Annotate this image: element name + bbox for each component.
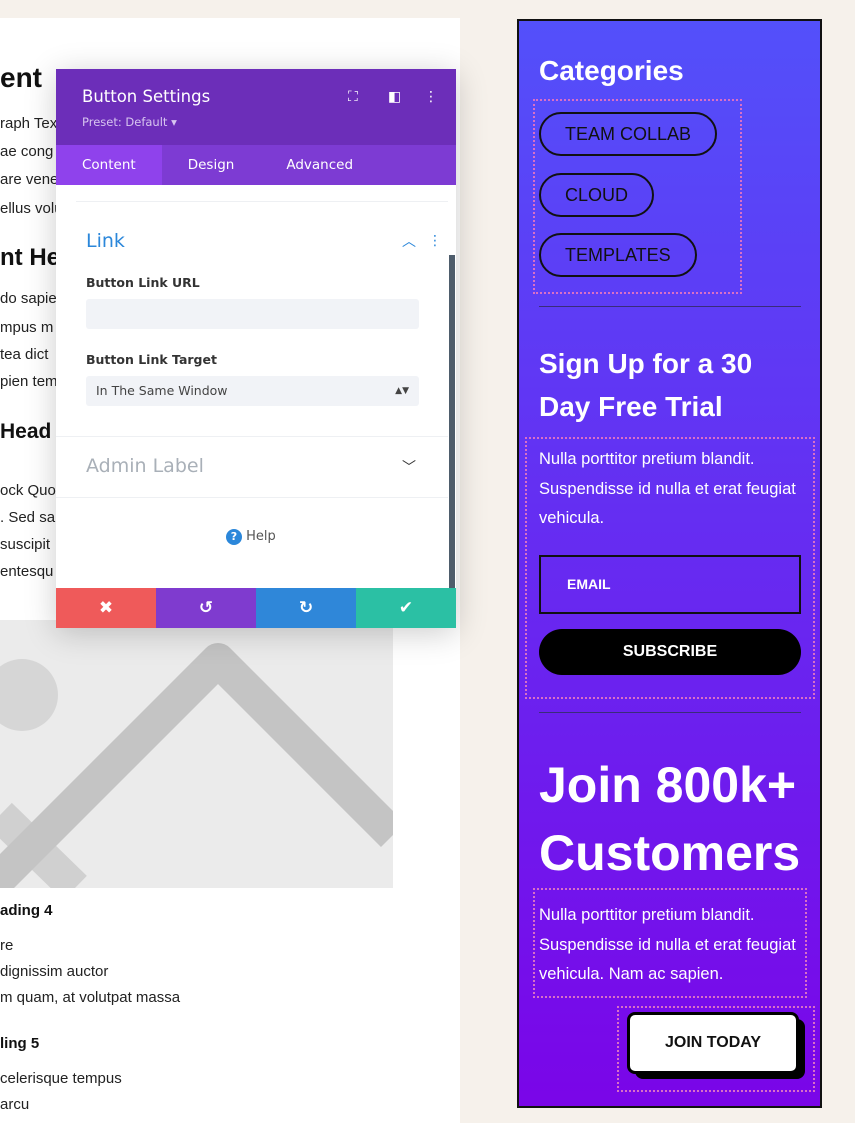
image-placeholder	[0, 620, 393, 888]
signup-title: Sign Up for a 30 Day Free Trial	[539, 348, 753, 422]
button-link-url-input[interactable]	[86, 299, 419, 329]
chevron-down-icon[interactable]: ﹀	[402, 457, 416, 477]
undo-icon: ↺	[198, 598, 214, 618]
tab-content[interactable]: Content	[56, 145, 162, 185]
text-fragment: raph Tex	[0, 115, 58, 132]
undo-button[interactable]: ↺	[156, 588, 256, 628]
join-text: Nulla porttitor pretium blandit. Suspend…	[539, 906, 796, 983]
subscribe-button[interactable]: SUBSCRIBE	[539, 629, 801, 675]
text-fragment: are vene	[0, 171, 59, 188]
text-line: m quam, at volutpat massa	[0, 989, 181, 1006]
text-fragment: ock Quot	[0, 482, 61, 499]
text-fragment: ae cong	[0, 143, 54, 160]
preset-dropdown[interactable]: Preset: Default ▾	[82, 115, 177, 129]
text-line: re	[0, 937, 14, 954]
discard-button[interactable]: ✖	[56, 588, 156, 628]
text-line: celerisque tempus	[0, 1070, 122, 1087]
redo-button[interactable]: ↻	[256, 588, 356, 628]
close-icon: ✖	[98, 598, 114, 618]
section-more-icon[interactable]: ⋮	[428, 233, 442, 249]
tab-design[interactable]: Design	[162, 145, 261, 185]
category-team-collab[interactable]: TEAM COLLAB	[539, 112, 718, 156]
categories-title: Categories	[539, 55, 684, 86]
chevron-up-icon[interactable]: ︿	[402, 231, 416, 251]
link-section-title[interactable]: Link	[86, 230, 125, 252]
heading-fragment: ent	[0, 62, 42, 93]
save-button[interactable]: ✔	[356, 588, 456, 628]
heading-5: ling 5	[0, 1035, 40, 1052]
category-templates[interactable]: TEMPLATES	[539, 233, 697, 277]
email-input[interactable]: EMAIL	[539, 555, 801, 614]
admin-label-section[interactable]: Admin Label	[86, 455, 204, 477]
heading-4: ading 4	[0, 902, 53, 919]
help-link[interactable]: ? Help	[226, 529, 276, 545]
modal-title: Button Settings	[82, 87, 211, 106]
more-icon[interactable]: ⋮	[424, 89, 438, 105]
button-settings-modal: Button Settings Preset: Default ▾ ⛶ ◧ ⋮ …	[56, 69, 456, 628]
modal-tabs: Content Design Advanced	[56, 145, 456, 185]
modal-header: Button Settings Preset: Default ▾ ⛶ ◧ ⋮	[56, 69, 456, 145]
url-label: Button Link URL	[86, 275, 200, 290]
text-fragment: mpus m	[0, 319, 54, 336]
sidebar-icon[interactable]: ◧	[388, 89, 401, 105]
join-today-button[interactable]: JOIN TODAY	[627, 1012, 799, 1074]
text-line: dignissim auctor	[0, 963, 109, 980]
sidebar-panel: Categories TEAM COLLAB CLOUD TEMPLATES S…	[517, 19, 822, 1108]
help-icon: ?	[226, 529, 242, 545]
target-label: Button Link Target	[86, 352, 217, 367]
signup-text: Nulla porttitor pretium blandit. Suspend…	[539, 450, 796, 527]
button-link-target-select[interactable]: In The Same Window ▲▼	[86, 376, 419, 406]
check-icon: ✔	[398, 598, 414, 618]
text-fragment: do sapie	[0, 290, 57, 307]
text-fragment: suscipit	[0, 536, 51, 553]
heading-fragment: nt He	[0, 244, 60, 271]
preset-label: Preset: Default	[82, 115, 168, 129]
target-value: In The Same Window	[96, 383, 228, 398]
help-label: Help	[246, 529, 276, 544]
tab-advanced[interactable]: Advanced	[260, 145, 379, 185]
category-cloud[interactable]: CLOUD	[539, 173, 655, 217]
text-line: arcu	[0, 1096, 30, 1113]
modal-footer: ✖ ↺ ↻ ✔	[56, 588, 456, 628]
divider	[539, 712, 801, 713]
heading-fragment: Head	[0, 420, 52, 443]
redo-icon: ↻	[298, 598, 314, 618]
text-fragment: . Sed sa	[0, 509, 56, 526]
join-title: Join 800k+ Customers	[539, 757, 801, 881]
expand-icon[interactable]: ⛶	[348, 89, 358, 105]
scrollbar[interactable]	[449, 255, 455, 588]
select-arrows-icon: ▲▼	[395, 386, 409, 396]
text-fragment: tea dict	[0, 346, 49, 363]
text-fragment: ellus volu	[0, 200, 63, 217]
text-fragment: entesqu	[0, 563, 54, 580]
divider	[539, 306, 801, 307]
